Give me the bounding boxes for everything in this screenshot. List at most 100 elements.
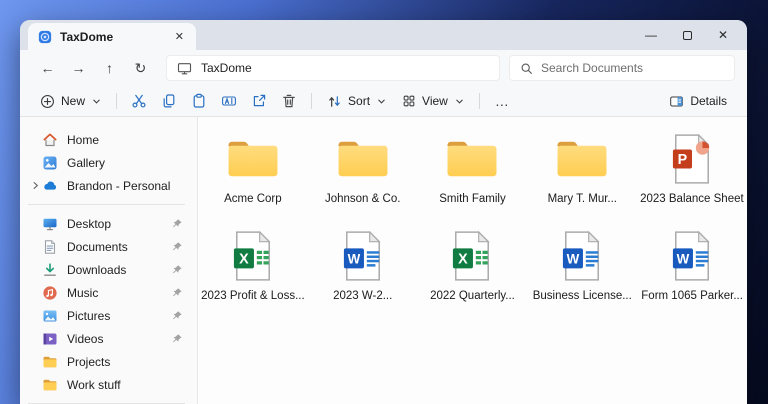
sidebar-item-work-stuff[interactable]: Work stuff: [20, 373, 197, 396]
more-options-button[interactable]: …: [487, 88, 517, 114]
search-input[interactable]: [541, 61, 724, 75]
rename-icon: [221, 93, 237, 109]
ellipsis-icon: …: [495, 93, 509, 109]
gallery-icon: [42, 155, 58, 171]
sidebar-item-music[interactable]: Music: [20, 281, 197, 304]
rename-button[interactable]: [214, 88, 244, 114]
file-name-label: Mary T. Mur...: [548, 193, 617, 205]
close-icon[interactable]: ✕: [705, 20, 741, 50]
search-box[interactable]: [509, 55, 735, 81]
file-action-buttons: [124, 88, 304, 114]
up-icon[interactable]: ↑: [96, 55, 123, 81]
sidebar-item-pictures[interactable]: Pictures: [20, 304, 197, 327]
new-button-label: New: [61, 94, 85, 108]
sidebar-item-videos[interactable]: Videos: [20, 327, 197, 350]
documents-icon: [42, 239, 58, 255]
sidebar-item-projects[interactable]: Projects: [20, 350, 197, 373]
word-file-icon: W: [342, 228, 384, 284]
sidebar-item-desktop[interactable]: Desktop: [20, 212, 197, 235]
sidebar-item-label: Desktop: [67, 217, 171, 231]
folder-icon: [42, 377, 58, 393]
details-button[interactable]: Details: [661, 88, 735, 114]
address-location: TaxDome: [201, 61, 252, 75]
file-tile-mary-t-mur[interactable]: Mary T. Mur...: [527, 127, 637, 224]
tab-close-icon[interactable]: ✕: [172, 29, 187, 44]
sidebar-item-label: Downloads: [67, 263, 171, 277]
explorer-tab-taxdome[interactable]: TaxDome ✕: [28, 23, 196, 50]
chevron-down-icon: [377, 97, 386, 106]
sidebar-item-label: Work stuff: [67, 378, 197, 392]
file-tile-2023-balance-sheet[interactable]: P 2023 Balance Sheet...: [637, 127, 747, 224]
chevron-down-icon: [455, 97, 464, 106]
folder-icon: [553, 131, 611, 187]
explorer-body: Home Gallery Brandon - Personal Desktop Docu…: [20, 117, 747, 404]
new-plus-icon: [40, 94, 55, 109]
svg-text:W: W: [677, 252, 690, 267]
cut-button[interactable]: [124, 88, 154, 114]
file-tile-2022-quarterly[interactable]: X2022 Quarterly...: [418, 224, 528, 321]
powerpoint-file-icon: P: [671, 131, 713, 187]
home-icon: [42, 132, 58, 148]
command-toolbar: New Sort View …: [20, 86, 747, 117]
file-tile-smith-family[interactable]: Smith Family: [418, 127, 528, 224]
folder-icon: [42, 354, 58, 370]
sidebar-item-label: Brandon - Personal: [67, 179, 197, 193]
file-name-label: Form 1065 Parker...: [641, 290, 743, 302]
maximize-icon[interactable]: [669, 20, 705, 50]
file-tile-acme-corp[interactable]: Acme Corp: [198, 127, 308, 224]
file-grid: Acme CorpJohnson & Co. Smith Family Mary T…: [198, 117, 747, 404]
file-name-label: 2023 W-2...: [333, 290, 392, 302]
sidebar-item-label: Music: [67, 286, 171, 300]
search-icon: [520, 62, 533, 75]
window-controls: — ✕: [633, 20, 741, 50]
folder-icon: [443, 131, 501, 187]
sidebar-item-gallery[interactable]: Gallery: [20, 151, 197, 174]
pictures-icon: [42, 308, 58, 324]
pin-icon: [171, 264, 183, 276]
sidebar-item-documents[interactable]: Documents: [20, 235, 197, 258]
pin-icon: [171, 310, 183, 322]
sidebar-item-brandon-personal[interactable]: Brandon - Personal: [20, 174, 197, 197]
paste-button[interactable]: [184, 88, 214, 114]
sidebar-item-label: Projects: [67, 355, 197, 369]
sidebar-item-downloads[interactable]: Downloads: [20, 258, 197, 281]
file-name-label: Business License...: [533, 290, 632, 302]
monitor-icon: [177, 61, 192, 76]
view-grid-icon: [402, 94, 416, 108]
file-name-label: Smith Family: [439, 193, 505, 205]
delete-icon: [281, 93, 297, 109]
svg-text:P: P: [678, 152, 688, 168]
file-name-label: 2023 Balance Sheet...: [640, 193, 744, 205]
sidebar-item-label: Gallery: [67, 156, 197, 170]
sort-button[interactable]: Sort: [319, 88, 394, 114]
file-explorer-window: TaxDome ✕ — ✕ ← → ↑ ↻ TaxDome: [20, 20, 747, 404]
pin-icon: [171, 287, 183, 299]
file-tile-2023-profit-loss[interactable]: X2023 Profit & Loss...: [198, 224, 308, 321]
sort-button-label: Sort: [348, 94, 370, 108]
videos-icon: [42, 331, 58, 347]
back-icon[interactable]: ←: [34, 55, 61, 81]
svg-text:W: W: [567, 252, 580, 267]
pin-icon: [171, 333, 183, 345]
music-icon: [42, 285, 58, 301]
file-tile-2023-w-2[interactable]: W 2023 W-2...: [308, 224, 418, 321]
taxdome-app-icon: [38, 30, 52, 44]
share-button[interactable]: [244, 88, 274, 114]
view-button[interactable]: View: [394, 88, 472, 114]
sidebar-item-home[interactable]: Home: [20, 128, 197, 151]
tab-title: TaxDome: [60, 30, 164, 44]
forward-icon[interactable]: →: [65, 55, 92, 81]
copy-button[interactable]: [154, 88, 184, 114]
sidebar-item-label: Videos: [67, 332, 171, 346]
file-tile-form-1065-parker[interactable]: W Form 1065 Parker...: [637, 224, 747, 321]
chevron-right-icon[interactable]: [28, 181, 42, 190]
address-bar[interactable]: TaxDome: [166, 55, 500, 81]
delete-button[interactable]: [274, 88, 304, 114]
refresh-icon[interactable]: ↻: [127, 55, 154, 81]
new-button[interactable]: New: [32, 88, 109, 114]
file-tile-johnson-co[interactable]: Johnson & Co.: [308, 127, 418, 224]
sidebar-item-label: Documents: [67, 240, 171, 254]
minimize-icon[interactable]: —: [633, 20, 669, 50]
svg-text:X: X: [239, 252, 249, 268]
file-tile-business-license[interactable]: W Business License...: [527, 224, 637, 321]
